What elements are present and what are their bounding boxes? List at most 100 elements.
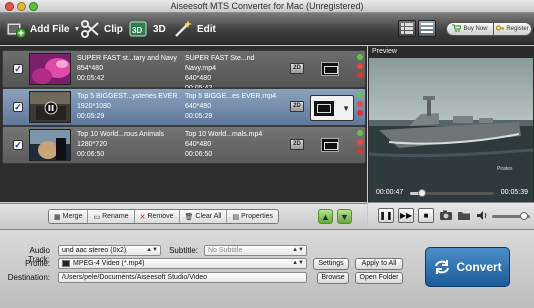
fast-forward-button[interactable]: ▶▶ [398, 208, 414, 223]
merge-label: Merge [62, 213, 83, 220]
list-action-bar: ▦ Merge ▭ Rename ✕ Remove 🗑 Clear All ▤ … [0, 203, 367, 228]
remove-button[interactable]: ✕ Remove [134, 210, 180, 223]
seek-handle[interactable] [417, 189, 426, 197]
delete-icon[interactable] [357, 72, 363, 78]
file-list: ✓ SUPER FAST st...tary and Navy 854*480 … [0, 46, 367, 202]
video-format-icon[interactable] [321, 62, 339, 76]
chevron-updown-icon: ▲▼ [292, 260, 304, 266]
list-view-button[interactable] [398, 20, 416, 37]
seek-bar[interactable] [410, 189, 494, 197]
preview-video[interactable]: Pirates [369, 58, 533, 204]
remove-icon: ✕ [139, 213, 146, 221]
video-format-icon[interactable] [321, 138, 339, 152]
film-plus-icon [6, 19, 26, 39]
file-row-selected[interactable]: ✓ Top 5 BIGGEST...ysteries EVER 1920*108… [2, 88, 366, 126]
3d-button[interactable]: 3D 3D [129, 19, 166, 39]
rename-icon: ▭ [93, 213, 101, 221]
delete-icon[interactable] [357, 110, 363, 116]
move-up-button[interactable]: ▲ [318, 209, 333, 224]
edit-icon[interactable] [357, 54, 363, 60]
register-button[interactable]: Register [494, 22, 532, 36]
file-checkbox[interactable]: ✓ [13, 64, 23, 74]
output-resolution: 640*480 [185, 75, 212, 82]
settings-button[interactable]: Settings [313, 258, 349, 270]
file-checkbox[interactable]: ✓ [13, 140, 23, 150]
source-duration: 00:05:42 [77, 75, 105, 82]
properties-label: Properties [241, 213, 274, 220]
file-row[interactable]: ✓ Top 10 World...rous Animals 1280*720 0… [2, 126, 366, 164]
output-resolution: 640*480 [185, 141, 212, 148]
audio-track-select[interactable]: und aac stereo (0x2) ▲▼ [58, 245, 161, 256]
add-file-button[interactable]: Add File ▼ [6, 19, 80, 39]
snapshot-button[interactable] [438, 208, 454, 223]
source-file-name: Top 10 World...rous Animals [77, 131, 165, 138]
source-info: SUPER FAST st...tary and Navy 854*480 00… [77, 54, 181, 84]
volume-handle[interactable] [520, 212, 529, 220]
clip-icon[interactable] [357, 63, 363, 69]
delete-icon[interactable] [357, 148, 363, 154]
video-thumbnail[interactable] [29, 129, 71, 161]
folder-icon [458, 212, 470, 220]
2d-badge[interactable]: 2D [290, 101, 304, 112]
apply-to-all-button[interactable]: Apply to All [355, 258, 403, 270]
open-snapshot-folder-button[interactable] [456, 208, 472, 223]
stop-icon: ■ [423, 211, 429, 220]
remove-label: Remove [147, 213, 174, 220]
open-folder-button[interactable]: Open Folder [355, 272, 403, 284]
merge-button[interactable]: ▦ Merge [49, 210, 89, 223]
source-resolution: 1920*1080 [77, 103, 111, 110]
output-format-dropdown[interactable]: ▼ [310, 95, 354, 121]
clip-icon[interactable] [357, 101, 363, 107]
add-file-label: Add File [30, 23, 70, 35]
video-thumbnail[interactable] [29, 91, 71, 123]
output-file-name: Top 10 World...mals.mp4 [185, 131, 263, 138]
buy-now-button[interactable]: Buy Now [446, 22, 494, 36]
detail-view-button[interactable] [418, 20, 436, 37]
destination-field[interactable]: /Users/pele/Documents/Aiseesoft Studio/V… [58, 272, 307, 283]
profile-select[interactable]: MPEG-4 Video (*.mp4) ▲▼ [58, 258, 307, 269]
output-file-name: Top 5 BIGGE...es EVER.mp4 [185, 93, 277, 100]
convert-button[interactable]: Convert [425, 247, 510, 287]
rename-label: Rename [102, 213, 129, 220]
stop-button[interactable]: ■ [418, 208, 434, 223]
edit-icon[interactable] [357, 92, 363, 98]
2d-badge[interactable]: 2D [290, 63, 304, 74]
output-settings: Audio Track: und aac stereo (0x2) ▲▼ Sub… [0, 229, 534, 308]
edit-label: Edit [197, 23, 216, 35]
volume-button[interactable] [474, 208, 490, 223]
3d-label: 3D [153, 23, 166, 35]
subtitle-select[interactable]: No Subtitle ▲▼ [204, 245, 307, 256]
rename-button[interactable]: ▭ Rename [88, 210, 135, 223]
file-checkbox[interactable]: ✓ [13, 102, 23, 112]
clip-button[interactable]: Clip [80, 19, 123, 39]
row-tools [357, 130, 365, 157]
edit-icon[interactable] [357, 130, 363, 136]
clip-icon[interactable] [357, 139, 363, 145]
fast-forward-icon: ▶▶ [399, 211, 413, 220]
total-time: 00:05:39 [500, 189, 528, 196]
move-down-button[interactable]: ▼ [337, 209, 352, 224]
view-toggle [398, 20, 436, 37]
cart-icon [452, 24, 463, 34]
source-info: Top 10 World...rous Animals 1280*720 00:… [77, 130, 181, 160]
video-thumbnail[interactable] [29, 53, 71, 85]
subtitle-value: No Subtitle [208, 247, 243, 254]
clear-all-button[interactable]: 🗑 Clear All [179, 210, 228, 223]
svg-text:Pirates: Pirates [497, 166, 513, 172]
properties-button[interactable]: ▤ Properties [227, 210, 279, 223]
file-row[interactable]: ✓ SUPER FAST st...tary and Navy 854*480 … [2, 50, 366, 92]
convert-arrows-icon [435, 260, 450, 274]
arrow-up-icon: ▲ [321, 211, 330, 222]
speaker-icon [477, 211, 487, 220]
source-duration: 00:06:50 [77, 151, 105, 158]
2d-badge[interactable]: 2D [290, 139, 304, 150]
playback-controls: ❚❚ ▶▶ ■ [368, 202, 534, 228]
clip-label: Clip [104, 23, 123, 35]
chevron-updown-icon: ▲▼ [292, 247, 304, 253]
volume-slider[interactable] [492, 212, 530, 220]
pause-button[interactable]: ❚❚ [378, 208, 394, 223]
edit-button[interactable]: Edit [173, 19, 216, 39]
main-toolbar: Add File ▼ Clip 3D 3D Edit Buy Now Regis… [0, 13, 534, 45]
browse-button[interactable]: Browse [317, 272, 349, 284]
output-duration: 00:06:50 [185, 151, 213, 158]
